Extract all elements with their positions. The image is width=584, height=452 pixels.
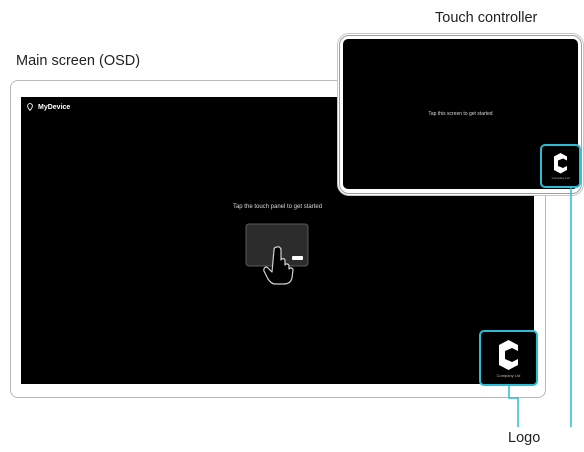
main-logo-leader xyxy=(508,386,519,427)
logo-leader-lines xyxy=(508,188,572,427)
